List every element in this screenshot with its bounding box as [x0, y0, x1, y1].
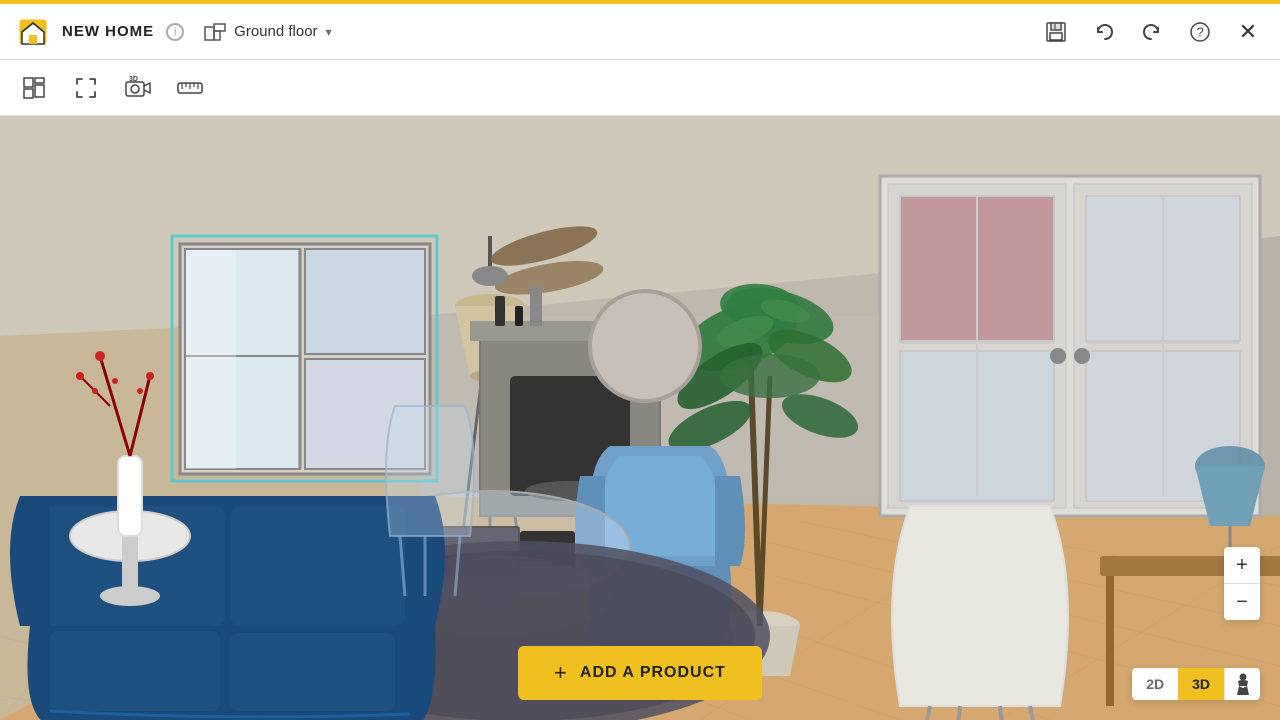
viewport[interactable]: + ADD A PRODUCT + − 2D 3D: [0, 116, 1280, 720]
measure-button[interactable]: [172, 70, 208, 106]
redo-button[interactable]: [1136, 16, 1168, 48]
layout-button[interactable]: [16, 70, 52, 106]
app-title: NEW HOME: [62, 23, 154, 40]
view-mode-toggle: 2D 3D: [1132, 668, 1260, 700]
undo-button[interactable]: [1088, 16, 1120, 48]
zoom-controls: + −: [1224, 547, 1260, 620]
add-product-label: ADD A PRODUCT: [580, 664, 726, 682]
info-icon[interactable]: i: [166, 23, 184, 41]
header: NEW HOME i Ground floor ▾: [0, 4, 1280, 60]
floor-label: Ground floor: [234, 23, 317, 40]
header-left: NEW HOME i Ground floor ▾: [16, 15, 340, 49]
close-button[interactable]: ✕: [1232, 16, 1264, 48]
floor-plan-icon: [204, 23, 226, 41]
floor-selector[interactable]: Ground floor ▾: [196, 19, 339, 45]
room-scene: [0, 116, 1280, 720]
svg-text:3D: 3D: [129, 76, 138, 83]
camera-3d-button[interactable]: 3D: [120, 70, 156, 106]
wall-mirror: [590, 291, 700, 401]
floor-chevron-icon: ▾: [326, 25, 332, 39]
person-view-button[interactable]: [1224, 668, 1260, 700]
bottom-controls: + ADD A PRODUCT: [0, 646, 1280, 700]
save-button[interactable]: [1040, 16, 1072, 48]
svg-text:?: ?: [1197, 24, 1204, 39]
help-button[interactable]: ?: [1184, 16, 1216, 48]
fullscreen-button[interactable]: [68, 70, 104, 106]
mode-2d-button[interactable]: 2D: [1132, 668, 1178, 700]
header-right: ? ✕: [1040, 16, 1264, 48]
toolbar: 3D: [0, 60, 1280, 116]
add-product-button[interactable]: + ADD A PRODUCT: [518, 646, 762, 700]
mode-3d-button[interactable]: 3D: [1178, 668, 1224, 700]
zoom-in-button[interactable]: +: [1224, 547, 1260, 583]
zoom-out-button[interactable]: −: [1224, 584, 1260, 620]
plus-icon: +: [554, 660, 568, 686]
home-logo[interactable]: [16, 15, 50, 49]
